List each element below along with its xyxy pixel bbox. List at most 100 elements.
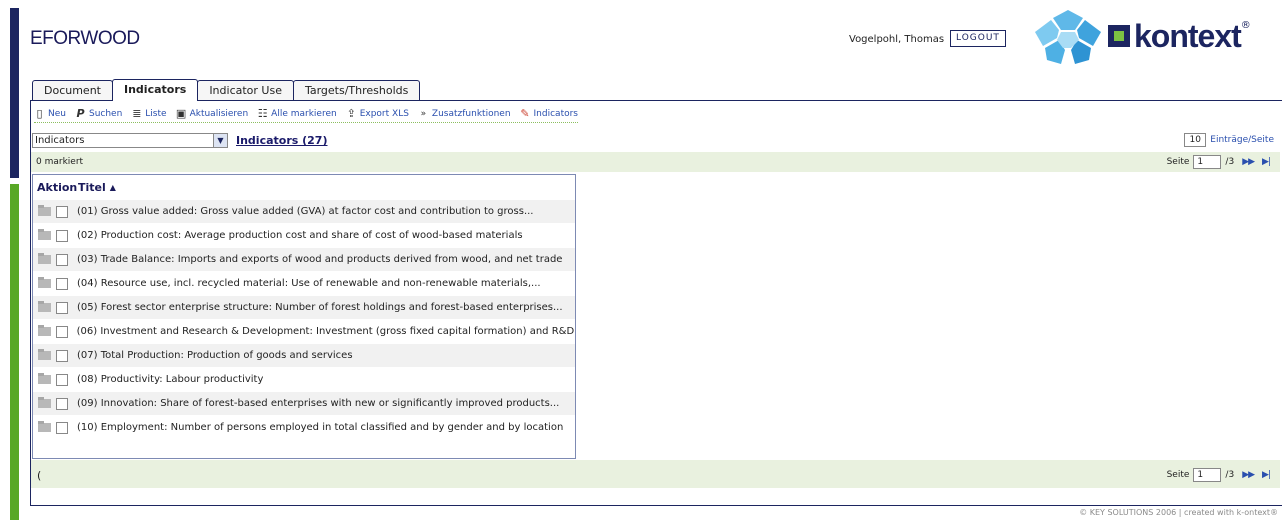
folder-icon[interactable] — [38, 277, 51, 288]
table-header: Aktion Titel ▲ — [33, 175, 575, 199]
new-button[interactable]: ▯ Neu — [34, 108, 66, 120]
user-name: Vogelpohl, Thomas — [849, 34, 945, 45]
last-page-icon[interactable]: ▶| — [1262, 470, 1271, 480]
folder-icon[interactable] — [38, 229, 51, 240]
folder-icon[interactable] — [38, 373, 51, 384]
export-xls-button[interactable]: ⇪ Export XLS — [346, 108, 409, 120]
row-title[interactable]: (10) Employment: Number of persons emplo… — [77, 422, 563, 433]
row-title[interactable]: (07) Total Production: Production of goo… — [77, 350, 353, 361]
top-pager-band: 0 markiert Seite 1 /3 ▶▶ ▶| — [31, 152, 1280, 172]
row-title[interactable]: (01) Gross value added: Gross value adde… — [77, 206, 534, 217]
sort-ascending-icon: ▲ — [109, 182, 116, 192]
view-select-value: Indicators — [35, 135, 85, 146]
row-checkbox[interactable] — [56, 301, 68, 314]
bottom-note: ( — [37, 469, 42, 482]
list-icon: ≣ — [132, 107, 142, 120]
table-row: (01) Gross value added: Gross value adde… — [33, 199, 575, 223]
accent-bar-navy — [10, 8, 19, 178]
folder-icon[interactable] — [38, 421, 51, 432]
search-button[interactable]: P Suchen — [75, 108, 122, 120]
entries-per-page-label: Einträge/Seite — [1210, 135, 1274, 145]
row-title[interactable]: (06) Investment and Research & Developme… — [77, 326, 575, 337]
next-page-icon[interactable]: ▶▶ — [1242, 157, 1255, 167]
refresh-label: Aktualisieren — [189, 109, 249, 119]
refresh-button[interactable]: ▣ Aktualisieren — [175, 107, 249, 120]
indicators-table: Aktion Titel ▲ (01) Gross value added: G… — [32, 174, 576, 459]
logout-button[interactable]: LOGOUT — [950, 30, 1006, 47]
double-chevron-icon: » — [420, 109, 427, 119]
page-total: /3 — [1225, 470, 1235, 480]
list-button[interactable]: ≣ Liste — [131, 108, 166, 120]
tab-indicators[interactable]: Indicators — [112, 79, 199, 101]
page-input[interactable]: 1 — [1193, 155, 1222, 169]
folder-icon[interactable] — [38, 205, 51, 216]
view-selector-row: Indicators ▼ Indicators (27) — [32, 133, 328, 148]
table-row: (05) Forest sector enterprise structure:… — [33, 295, 575, 319]
row-title[interactable]: (09) Innovation: Share of forest-based e… — [77, 398, 559, 409]
row-title[interactable]: (05) Forest sector enterprise structure:… — [77, 302, 563, 313]
row-title[interactable]: (04) Resource use, incl. recycled materi… — [77, 278, 541, 289]
app-title: EFORWOOD — [30, 28, 140, 49]
table-body: (01) Gross value added: Gross value adde… — [33, 199, 575, 439]
column-title[interactable]: Titel ▲ — [78, 181, 116, 194]
column-action: Aktion — [37, 180, 78, 194]
export-icon: ⇪ — [346, 107, 356, 120]
search-icon: P — [76, 107, 85, 120]
footer-credit: © KEY SOLUTIONS 2006 | created with k-on… — [1079, 508, 1278, 517]
indicators-button[interactable]: ✎ Indicators — [520, 108, 578, 120]
page-label: Seite — [1166, 157, 1190, 167]
brand-registered: ® — [1240, 20, 1251, 31]
row-checkbox[interactable] — [56, 397, 68, 410]
folder-icon[interactable] — [38, 325, 51, 336]
last-page-icon[interactable]: ▶| — [1262, 157, 1271, 167]
entries-per-page: 10 Einträge/Seite — [1184, 133, 1274, 147]
more-functions-button[interactable]: » Zusatzfunktionen — [418, 108, 511, 120]
indicators-count-link[interactable]: Indicators (27) — [236, 134, 328, 147]
column-title-label: Titel — [78, 180, 106, 194]
page-total: /3 — [1225, 157, 1235, 167]
folder-icon[interactable] — [38, 349, 51, 360]
folder-icon[interactable] — [38, 301, 51, 312]
folder-icon[interactable] — [38, 397, 51, 408]
select-all-button[interactable]: ☷ Alle markieren — [257, 108, 337, 120]
row-checkbox[interactable] — [56, 373, 68, 386]
row-checkbox[interactable] — [56, 229, 68, 242]
folder-icon[interactable] — [38, 253, 51, 264]
chevron-down-icon[interactable]: ▼ — [213, 134, 227, 147]
new-label: Neu — [48, 109, 66, 119]
table-row: (08) Productivity: Labour productivity — [33, 367, 575, 391]
view-select[interactable]: Indicators ▼ — [32, 133, 228, 148]
row-checkbox[interactable] — [56, 277, 68, 290]
entries-per-page-input[interactable]: 10 — [1184, 133, 1207, 147]
table-row: (07) Total Production: Production of goo… — [33, 343, 575, 367]
row-title[interactable]: (02) Production cost: Average production… — [77, 230, 523, 241]
tab-document[interactable]: Document — [32, 80, 113, 100]
row-checkbox[interactable] — [56, 349, 68, 362]
kontext-brand: kontext ® — [1108, 14, 1251, 58]
accent-bar-green — [10, 184, 19, 520]
table-row: (10) Employment: Number of persons emplo… — [33, 415, 575, 439]
row-checkbox[interactable] — [56, 253, 68, 266]
table-row: (06) Investment and Research & Developme… — [33, 319, 575, 343]
tab-targets-thresholds[interactable]: Targets/Thresholds — [292, 80, 421, 100]
list-label: Liste — [145, 109, 167, 119]
tab-indicator-use[interactable]: Indicator Use — [197, 80, 294, 100]
export-label: Export XLS — [359, 109, 409, 119]
select-all-label: Alle markieren — [271, 109, 337, 119]
page-input[interactable]: 1 — [1193, 468, 1222, 482]
bottom-pager: Seite 1 /3 ▶▶ ▶| — [1167, 468, 1271, 482]
row-checkbox[interactable] — [56, 421, 68, 434]
kontext-logo-icon — [1035, 10, 1101, 64]
next-page-icon[interactable]: ▶▶ — [1242, 470, 1255, 480]
indicators-icon: ✎ — [520, 107, 530, 120]
top-pager: Seite 1 /3 ▶▶ ▶| — [1166, 155, 1271, 169]
toolbar: ▯ Neu P Suchen ≣ Liste ▣ Aktualisieren ☷… — [34, 108, 578, 123]
refresh-icon: ▣ — [175, 107, 187, 120]
table-row: (02) Production cost: Average production… — [33, 223, 575, 247]
row-title[interactable]: (03) Trade Balance: Imports and exports … — [77, 254, 562, 265]
row-title[interactable]: (08) Productivity: Labour productivity — [77, 374, 263, 385]
row-checkbox[interactable] — [56, 205, 68, 218]
row-checkbox[interactable] — [55, 325, 68, 338]
table-row: (04) Resource use, incl. recycled materi… — [33, 271, 575, 295]
marked-count: 0 markiert — [36, 157, 84, 167]
